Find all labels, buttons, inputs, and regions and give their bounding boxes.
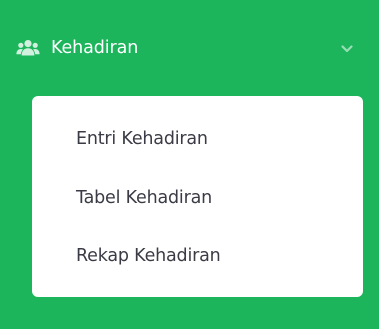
users-icon [16, 39, 40, 57]
kehadiran-menu-toggle[interactable]: Kehadiran [0, 24, 379, 80]
submenu-item-tabel-kehadiran[interactable]: Tabel Kehadiran [76, 187, 212, 209]
submenu-item-entri-kehadiran[interactable]: Entri Kehadiran [76, 128, 208, 150]
chevron-down-icon [340, 41, 354, 55]
kehadiran-submenu: Entri Kehadiran Tabel Kehadiran Rekap Ke… [32, 96, 363, 297]
sidebar: Kehadiran Entri Kehadiran Tabel Kehadira… [0, 0, 379, 329]
submenu-item-rekap-kehadiran[interactable]: Rekap Kehadiran [76, 245, 221, 267]
menu-title: Kehadiran [51, 38, 139, 58]
